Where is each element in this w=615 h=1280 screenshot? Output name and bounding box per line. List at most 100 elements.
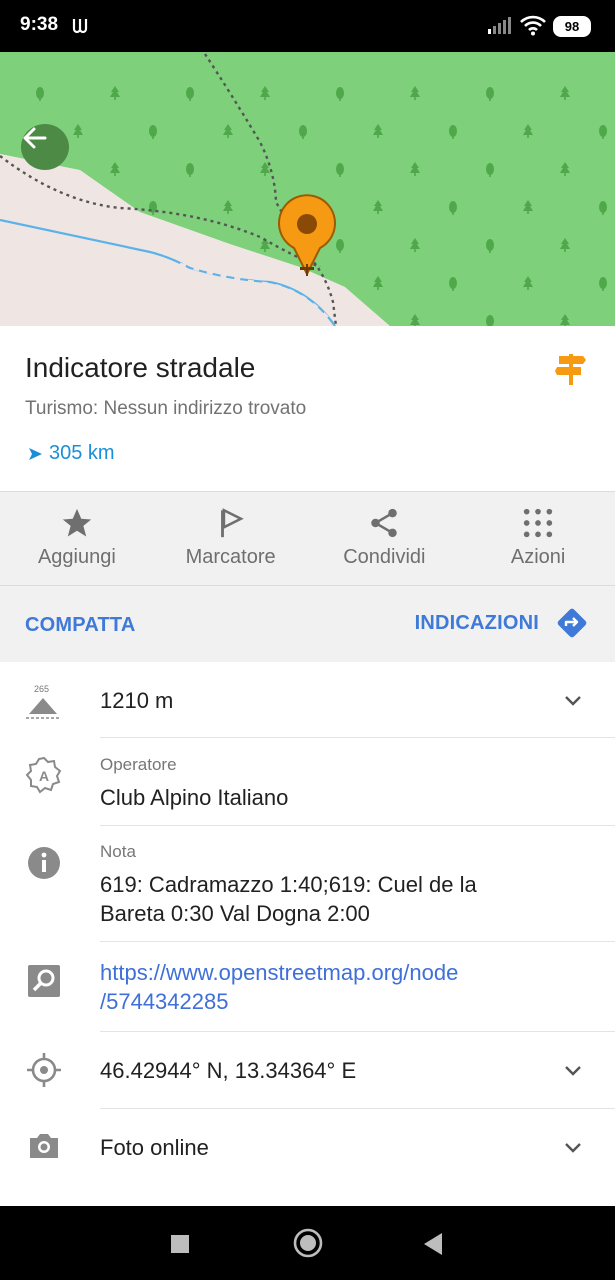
battery-icon: 98 [553,16,591,37]
operator-row: A Operatore Club Alpino Italiano [0,738,615,826]
back-button[interactable] [21,124,69,170]
tree-symbol [523,200,533,214]
marker-button[interactable]: Marcatore [154,492,308,585]
tree-symbol [599,201,607,215]
chevron-down-icon[interactable] [563,1064,583,1078]
poi-header: Indicatore stradale Turismo: Nessun indi… [0,326,615,491]
navigation-row: COMPATTA INDICAZIONI [0,586,615,662]
tree-symbol [260,86,270,100]
tree-symbol [599,125,607,139]
tree-symbol [336,87,344,101]
status-bar: 9:38 98 [0,0,615,52]
search-map-icon [28,965,60,997]
add-favorite-button[interactable]: Aggiungi [0,492,154,585]
tree-symbol [449,125,457,139]
marker-label: Marcatore [185,546,276,568]
tree-symbol [523,124,533,138]
map-view[interactable] [0,52,615,326]
status-time: 9:38 [20,14,59,35]
tree-symbol [410,86,420,100]
tree-symbol [336,163,344,177]
osm-link-line1[interactable]: https://www.openstreetmap.org/node [100,958,458,987]
system-navigation-bar [0,1206,615,1280]
chevron-down-icon[interactable] [563,1141,583,1155]
tree-symbol [373,124,383,138]
share-label: Condividi [343,546,426,568]
flag-icon [220,508,244,538]
arrow-left-icon [23,127,47,149]
tree-symbol [486,315,494,326]
share-button[interactable]: Condividi [308,492,462,585]
tree-symbol [336,239,344,253]
chevron-down-icon[interactable] [563,694,583,708]
actions-button[interactable]: Azioni [461,492,615,585]
back-triangle-icon[interactable] [422,1232,444,1256]
directions-label: INDICAZIONI [414,611,539,634]
tree-symbol [110,86,120,100]
tree-symbol [560,86,570,100]
note-value-line1: 619: Cadramazzo 1:40;619: Cuel de la [100,872,477,897]
tree-symbol [186,163,194,177]
star-icon [62,508,92,537]
coordinates-row[interactable]: 46.42944° N, 13.34364° E [0,1032,615,1109]
mountain-icon [26,698,60,719]
tree-symbol [486,239,494,253]
tree-symbol [560,314,570,326]
tree-symbol [110,162,120,176]
note-value-line2: Bareta 0:30 Val Dogna 2:00 [100,901,370,926]
tree-symbol [299,125,307,139]
tree-symbol [560,238,570,252]
altitude-value: 1210 m [100,688,174,713]
action-bar: Aggiungi Marcatore Condividi Azioni [0,491,615,586]
osm-link-line2[interactable]: /5744342285 [100,987,228,1016]
tree-symbol [36,87,44,101]
camera-icon [30,1134,58,1158]
poi-distance[interactable]: 305 km [27,442,115,465]
tree-symbol [449,277,457,291]
tree-symbol [149,125,157,139]
compact-button[interactable]: COMPATTA [25,614,135,637]
link-row: https://www.openstreetmap.org/node /5744… [0,942,615,1032]
poi-subtitle: Turismo: Nessun indirizzo trovato [25,398,307,419]
tree-symbol [373,200,383,214]
tree-symbol [523,276,533,290]
tree-symbol [560,162,570,176]
signpost-icon [555,354,586,385]
recents-icon[interactable] [170,1234,190,1254]
tree-symbol [223,124,233,138]
directions-button[interactable]: INDICAZIONI [415,606,589,640]
tree-symbol [410,162,420,176]
tree-symbol [449,201,457,215]
map-canvas [0,53,607,326]
altitude-row[interactable]: 265 1210 m [0,662,615,738]
tree-symbol [149,201,157,215]
directions-icon [557,608,587,638]
online-photos-row[interactable]: Foto online [0,1109,615,1186]
grid-dots-icon [523,508,553,538]
actions-label: Azioni [510,546,566,568]
sync-icon [72,19,88,34]
crosshair-icon [27,1053,61,1087]
svg-text:A: A [39,768,49,784]
operator-label: Operatore [100,755,177,774]
details-list: 265 1210 m A Operatore Club Alpino Itali… [0,662,615,1206]
tree-symbol [186,87,194,101]
operator-value: Club Alpino Italiano [100,785,289,810]
home-icon[interactable] [293,1228,323,1258]
signal-icon [488,17,511,34]
tree-symbol [410,238,420,252]
tree-symbol [223,200,233,214]
tree-symbol [410,314,420,326]
add-favorite-label: Aggiungi [37,546,116,568]
online-photos-value: Foto online [100,1135,209,1160]
direction-arrow-icon [29,447,42,460]
tree-symbol [73,124,83,138]
tree-symbol [486,163,494,177]
distance-value: 305 km [49,442,115,464]
tree-symbol [599,277,607,291]
tree-symbol [486,87,494,101]
wifi-icon [520,15,546,36]
info-icon [28,847,60,879]
poi-title: Indicatore stradale [25,352,256,383]
tree-symbol [373,276,383,290]
